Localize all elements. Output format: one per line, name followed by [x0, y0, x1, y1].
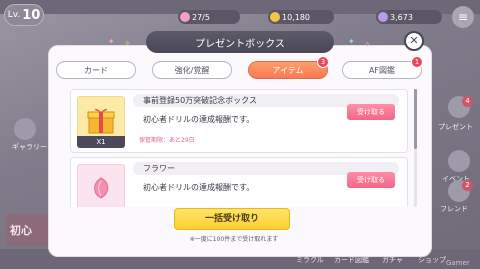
- level-badge: Lv. 10: [4, 4, 44, 26]
- close-icon: ✕: [409, 34, 419, 47]
- sparkle-decoration: ✧: [124, 39, 131, 48]
- receive-button[interactable]: 受け取る: [347, 104, 395, 120]
- flower-petal-icon: [94, 177, 109, 199]
- present-list[interactable]: X1 事前登録50万突破記念ボックス 初心者ドリルの達成報酬です。 保管期限：あ…: [70, 89, 410, 207]
- bulk-receive-note: ※一度に100件まで受け取れます: [189, 236, 279, 243]
- coin-counter: 10,180: [268, 10, 334, 24]
- credit-watermark: Gamer: [446, 259, 470, 267]
- tab-item-badge: 3: [317, 56, 329, 68]
- side-label-friend: フレンド: [440, 205, 468, 213]
- menu-button[interactable]: ≡: [452, 6, 474, 28]
- jewel-counter: 3,673: [376, 10, 442, 24]
- category-tabs: カード 強化/覚醒 アイテム 3 AF図鑑 1: [56, 56, 424, 79]
- jewel-icon: [378, 12, 388, 22]
- item-expiry: 保管期限：あと29日: [139, 137, 195, 144]
- event-side-icon[interactable]: [448, 150, 470, 172]
- item-description: 初心者ドリルの達成報酬です。: [143, 183, 255, 192]
- receive-button[interactable]: 受け取る: [347, 172, 395, 188]
- side-menu-icon[interactable]: [14, 118, 36, 140]
- item-thumbnail: [77, 164, 125, 207]
- tab-af-book[interactable]: AF図鑑 1: [342, 56, 423, 79]
- item-quantity: X1: [77, 136, 125, 148]
- stamina-icon: [180, 12, 190, 22]
- sparkle-decoration: ✦: [108, 37, 115, 46]
- tab-af-book-badge: 1: [411, 56, 423, 68]
- list-scrollbar[interactable]: [414, 89, 417, 207]
- tab-card[interactable]: カード: [56, 61, 136, 79]
- scrollbar-thumb[interactable]: [414, 89, 417, 149]
- tab-item[interactable]: アイテム 3: [248, 56, 329, 79]
- beginner-banner[interactable]: 初心: [6, 214, 50, 246]
- sparkle-decoration: ✧: [364, 40, 371, 49]
- menu-icon: ≡: [457, 10, 469, 24]
- close-button[interactable]: ✕: [404, 31, 424, 51]
- present-badge: 4: [462, 96, 473, 107]
- bulk-receive-button[interactable]: 一括受け取り: [174, 208, 290, 230]
- gift-box-icon: [87, 108, 115, 134]
- dialog-title: プレゼントボックス: [146, 31, 334, 53]
- stamina-counter: 27/5: [178, 10, 240, 24]
- list-item: X1 事前登録50万突破記念ボックス 初心者ドリルの達成報酬です。 保管期限：あ…: [70, 89, 408, 153]
- side-label-gallery: ギャラリー: [12, 143, 47, 151]
- item-description: 初心者ドリルの達成報酬です。: [143, 115, 255, 124]
- coin-icon: [270, 12, 280, 22]
- list-item: フラワー 初心者ドリルの達成報酬です。 受け取る: [70, 157, 408, 207]
- present-box-dialog: ✦ ✧ ✦ ✧ プレゼントボックス ✕ カード 強化/覚醒 アイテム 3 AF図…: [48, 31, 432, 257]
- side-label-present: プレゼント: [438, 123, 473, 131]
- friend-badge: 2: [462, 180, 473, 191]
- sparkle-decoration: ✦: [348, 37, 355, 46]
- tab-enhance[interactable]: 強化/覚醒: [152, 61, 232, 79]
